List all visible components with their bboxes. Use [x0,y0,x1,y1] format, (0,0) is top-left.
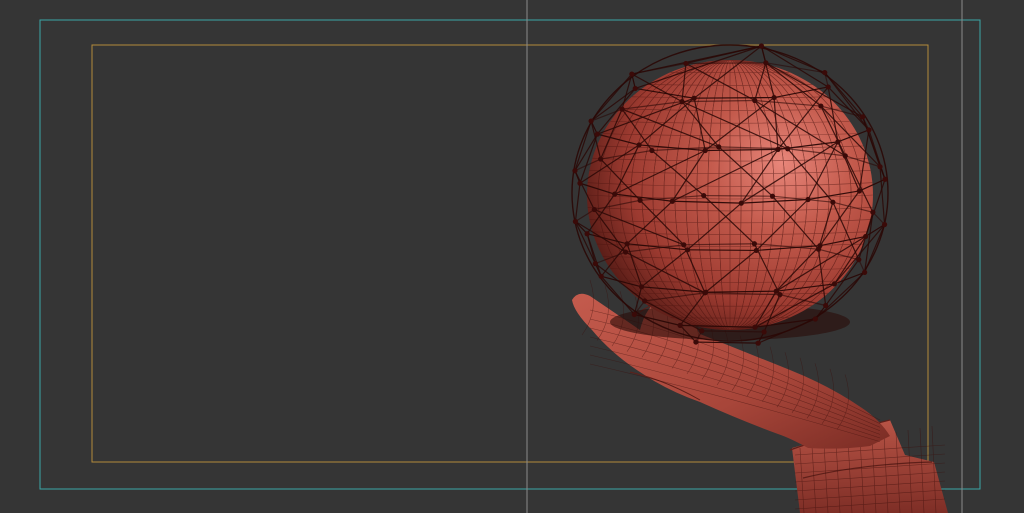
cage-vertex[interactable] [835,139,841,145]
cage-vertex[interactable] [636,142,642,148]
cage-vertex[interactable] [775,146,781,152]
cage-vertex[interactable] [669,198,675,204]
cage-vertex[interactable] [758,43,765,49]
sphere-mesh[interactable] [587,60,873,340]
cage-vertex[interactable] [823,302,829,309]
viewport-canvas[interactable] [0,0,1024,513]
cage-vertex[interactable] [677,322,683,328]
cage-vertex[interactable] [691,95,697,101]
cage-vertex[interactable] [624,241,630,247]
cage-vertex[interactable] [882,176,888,182]
cage-vertex[interactable] [577,180,583,186]
cage-vertex[interactable] [594,131,600,137]
cage-vertex[interactable] [752,324,758,330]
cage-vertex[interactable] [716,144,722,150]
cage-vertex[interactable] [632,85,638,92]
cage-vertex[interactable] [572,218,579,225]
cage-vertex[interactable] [815,246,822,252]
cage-vertex[interactable] [830,199,836,205]
cage-vertex[interactable] [769,193,776,199]
cage-vertex[interactable] [881,221,888,228]
cage-vertex[interactable] [738,200,744,206]
cage-vertex[interactable] [598,273,604,279]
cage-vertex[interactable] [822,69,828,76]
cage-vertex[interactable] [771,94,777,101]
cage-vertex[interactable] [681,242,687,248]
cage-vertex[interactable] [842,153,848,159]
cage-vertex[interactable] [751,241,757,247]
cage-vertex[interactable] [877,164,883,170]
cage-vertex[interactable] [591,206,597,213]
cage-vertex[interactable] [825,84,831,90]
cage-vertex[interactable] [860,114,866,120]
3d-viewport[interactable] [0,0,1024,513]
cage-vertex[interactable] [619,106,625,112]
cage-vertex[interactable] [592,261,598,267]
cage-vertex[interactable] [805,196,811,203]
cage-vertex[interactable] [629,71,635,77]
cage-vertex[interactable] [763,60,769,66]
cage-vertex[interactable] [755,340,761,346]
cage-vertex[interactable] [642,298,648,304]
cage-vertex[interactable] [638,284,645,290]
cage-vertex[interactable] [785,146,791,152]
cage-vertex[interactable] [818,103,824,109]
cage-vertex[interactable] [584,231,590,237]
cage-vertex[interactable] [863,233,869,240]
cage-vertex[interactable] [683,60,689,67]
cage-vertex[interactable] [777,292,783,298]
cage-vertex[interactable] [866,127,872,133]
cage-vertex[interactable] [612,191,618,197]
cage-vertex[interactable] [679,99,685,105]
cage-vertex[interactable] [856,257,862,263]
cage-vertex[interactable] [622,249,629,255]
cage-vertex[interactable] [831,281,838,287]
cage-vertex[interactable] [649,147,655,154]
cage-vertex[interactable] [862,269,868,275]
cage-vertex[interactable] [588,118,594,124]
cage-vertex[interactable] [598,156,604,162]
cage-vertex[interactable] [699,328,705,334]
cage-vertex[interactable] [752,97,758,104]
cage-vertex[interactable] [702,147,708,154]
cage-vertex[interactable] [631,311,637,318]
cage-vertex[interactable] [572,168,578,174]
cage-vertex[interactable] [870,209,876,215]
cage-vertex[interactable] [761,329,767,335]
cage-vertex[interactable] [637,197,643,203]
cage-vertex[interactable] [753,247,759,254]
cage-vertex[interactable] [702,290,708,296]
cage-vertex[interactable] [693,339,699,345]
cage-vertex[interactable] [701,192,707,199]
cage-vertex[interactable] [856,188,862,194]
cage-vertex[interactable] [812,316,818,322]
cage-vertex[interactable] [684,247,691,253]
